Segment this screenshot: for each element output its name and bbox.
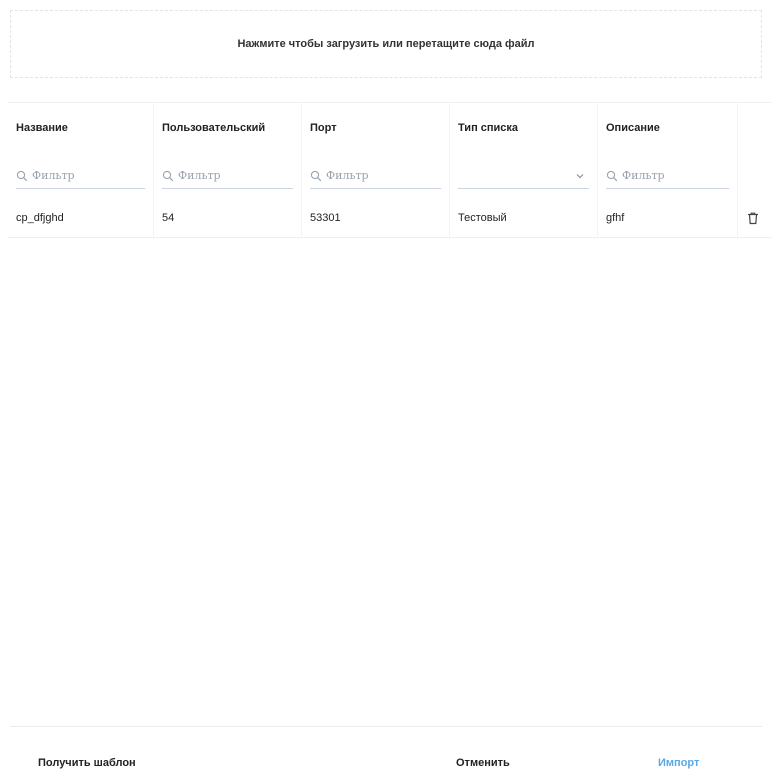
table-header-row: Название Пользовательский Порт Тип списк… bbox=[8, 103, 772, 153]
list-type-filter-select[interactable] bbox=[458, 163, 589, 189]
trash-icon[interactable] bbox=[746, 211, 760, 225]
cell-port[interactable]: 53301 bbox=[302, 199, 450, 237]
cell-list-type[interactable]: Тестовый bbox=[450, 199, 598, 237]
filter-placeholder: Фильтр bbox=[622, 169, 665, 182]
port-filter-input[interactable]: Фильтр bbox=[310, 163, 441, 189]
table-row: cp_dfjghd 54 53301 Тестовый gfhf bbox=[8, 199, 772, 238]
dialog-footer: Получить шаблон Отменить Импорт bbox=[10, 726, 762, 769]
table-filter-row: Фильтр Фильтр Фильтр Фильтр bbox=[8, 153, 772, 199]
search-icon bbox=[606, 170, 618, 181]
column-header-description[interactable]: Описание bbox=[598, 103, 738, 153]
chevron-down-icon bbox=[576, 173, 584, 178]
import-button[interactable]: Импорт bbox=[658, 757, 699, 769]
name-filter-input[interactable]: Фильтр bbox=[16, 163, 145, 189]
user-filter-input[interactable]: Фильтр bbox=[162, 163, 293, 189]
filter-placeholder: Фильтр bbox=[178, 169, 221, 182]
import-dialog: Нажмите чтобы загрузить или перетащите с… bbox=[0, 0, 772, 771]
cell-user[interactable]: 54 bbox=[154, 199, 302, 237]
column-header-list-type[interactable]: Тип списка bbox=[450, 103, 598, 153]
column-header-user[interactable]: Пользовательский bbox=[154, 103, 302, 153]
cancel-button[interactable]: Отменить bbox=[456, 757, 510, 769]
file-dropzone[interactable]: Нажмите чтобы загрузить или перетащите с… bbox=[10, 10, 762, 78]
filter-placeholder: Фильтр bbox=[32, 169, 75, 182]
search-icon bbox=[16, 170, 28, 181]
column-header-actions bbox=[738, 103, 772, 153]
cell-description[interactable]: gfhf bbox=[598, 199, 738, 237]
description-filter-input[interactable]: Фильтр bbox=[606, 163, 729, 189]
cell-name[interactable]: cp_dfjghd bbox=[8, 199, 154, 237]
dropzone-text: Нажмите чтобы загрузить или перетащите с… bbox=[237, 38, 535, 50]
search-icon bbox=[162, 170, 174, 181]
column-header-name[interactable]: Название bbox=[8, 103, 154, 153]
import-table: Название Пользовательский Порт Тип списк… bbox=[8, 102, 772, 238]
filter-placeholder: Фильтр bbox=[326, 169, 369, 182]
column-header-port[interactable]: Порт bbox=[302, 103, 450, 153]
get-template-button[interactable]: Получить шаблон bbox=[38, 757, 136, 769]
search-icon bbox=[310, 170, 322, 181]
